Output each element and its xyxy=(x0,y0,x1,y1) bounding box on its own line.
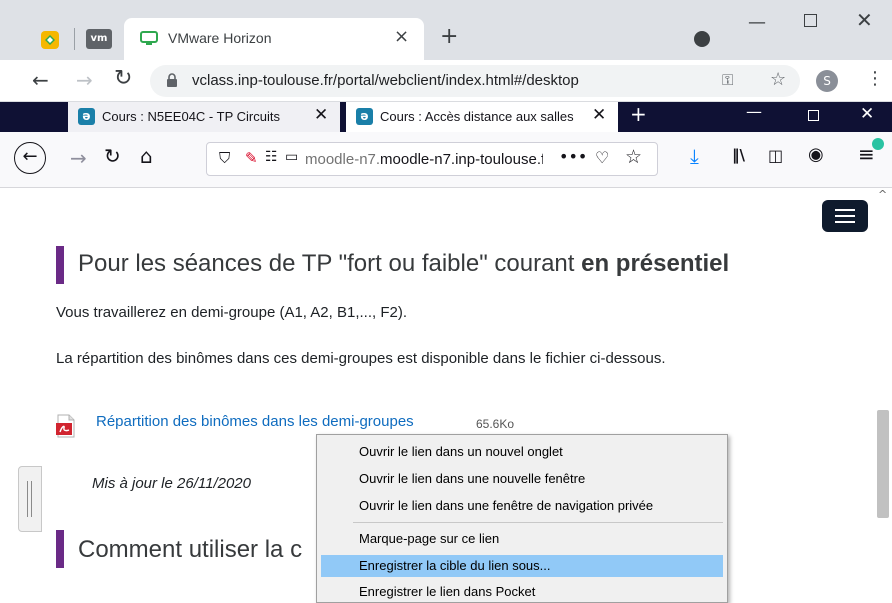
permissions-icon[interactable]: ☷ xyxy=(265,149,278,165)
file-size: 65.6Ko xyxy=(476,417,515,431)
grip-line xyxy=(31,481,32,517)
chrome-toolbar: ← → ↻ vclass.inp-toulouse.fr/portal/webc… xyxy=(0,60,892,102)
page-actions-icon[interactable]: ••• xyxy=(559,147,587,166)
home-icon[interactable]: ⌂ xyxy=(140,144,153,168)
hamburger-line xyxy=(835,209,855,211)
profile-avatar[interactable]: S xyxy=(816,70,838,92)
sidebar-icon[interactable]: ◫ xyxy=(768,146,783,165)
url-domain: moodle-n7.inp-toulouse.fr xyxy=(380,151,543,168)
chrome-address-bar[interactable]: vclass.inp-toulouse.fr/portal/webclient/… xyxy=(150,65,800,97)
ctx-save-link-as[interactable]: Enregistrer la cible du lien sous... xyxy=(321,555,723,577)
paragraph: Vous travaillerez en demi-groupe (A1, A2… xyxy=(56,304,408,321)
ctx-open-new-window[interactable]: Ouvrir le lien dans une nouvelle fenêtre xyxy=(321,468,723,490)
back-arrow-icon[interactable]: ← xyxy=(14,142,46,174)
page-info-icon[interactable]: ▭ xyxy=(285,149,298,165)
scrollbar-thumb[interactable] xyxy=(877,410,889,518)
maximize-icon[interactable] xyxy=(808,110,819,121)
firefox-tab-title: Cours : Accès distance aux salles xyxy=(380,109,574,124)
recording-indicator-icon[interactable] xyxy=(694,31,710,47)
paragraph: La répartition des binômes dans ces demi… xyxy=(56,350,666,367)
section-accent-bar xyxy=(56,246,64,284)
scroll-up-arrow-icon[interactable]: ^ xyxy=(878,188,887,201)
new-tab-icon[interactable]: + xyxy=(630,102,647,126)
moodle-favicon-icon: ə xyxy=(356,108,373,125)
lock-icon[interactable] xyxy=(166,73,178,91)
new-tab-icon[interactable]: + xyxy=(440,24,458,49)
hamburger-line xyxy=(835,215,855,217)
scrollbar[interactable] xyxy=(874,188,892,603)
section-title: Comment utiliser la c xyxy=(78,536,303,563)
file-download-link[interactable]: Répartition des binômes dans les demi-gr… xyxy=(96,413,414,430)
chrome-url-text: vclass.inp-toulouse.fr/portal/webclient/… xyxy=(192,72,579,89)
minimize-icon[interactable]: — xyxy=(748,12,766,33)
firefox-tab-acces-distance[interactable]: ə Cours : Accès distance aux salles ✕ xyxy=(346,102,618,132)
firefox-toolbar: ← → ↻ ⌂ ⛉ ✎ ☷ ▭ moodle-n7.moodle-n7.inp-… xyxy=(0,132,892,188)
firefox-url-text: moodle-n7.moodle-n7.inp-toulouse.fr/c xyxy=(305,151,543,168)
horizon-app-icon[interactable] xyxy=(40,30,60,50)
pdf-file-icon[interactable] xyxy=(56,414,76,438)
chrome-tab-strip: vm VMware Horizon × + — ✕ xyxy=(0,0,892,60)
vmware-horizon-icon xyxy=(140,30,158,46)
key-icon[interactable]: ⚿ xyxy=(722,71,733,89)
maximize-icon[interactable] xyxy=(804,14,817,27)
library-icon[interactable]: ‖\ xyxy=(732,146,745,164)
close-window-icon[interactable]: ✕ xyxy=(856,8,873,32)
moodle-favicon-icon: ə xyxy=(78,108,95,125)
tracking-protection-shield-icon[interactable]: ⛉ xyxy=(219,149,230,167)
chrome-active-tab[interactable]: VMware Horizon × xyxy=(124,18,424,60)
nav-drawer-toggle-button[interactable] xyxy=(822,200,868,232)
chrome-tab-title: VMware Horizon xyxy=(168,30,272,46)
firefox-tab-strip: ə Cours : N5EE04C - TP Circuits ✕ ə Cour… xyxy=(0,102,892,132)
hamburger-line xyxy=(835,221,855,223)
link-context-menu: Ouvrir le lien dans un nouvel onglet Ouv… xyxy=(316,434,728,603)
firefox-tab-tp-circuits[interactable]: ə Cours : N5EE04C - TP Circuits ✕ xyxy=(68,102,340,132)
forward-arrow-icon[interactable]: → xyxy=(70,146,87,170)
updated-note: Mis à jour le 26/11/2020 xyxy=(92,475,251,492)
reload-icon[interactable]: ↻ xyxy=(104,144,121,168)
section-title: Pour les séances de TP "fort ou faible" … xyxy=(78,250,729,278)
section-accent-bar xyxy=(56,530,64,568)
menu-separator xyxy=(353,522,723,523)
ctx-open-private-window[interactable]: Ouvrir le lien dans une fenêtre de navig… xyxy=(321,495,723,517)
pocket-icon[interactable]: ♡ xyxy=(595,148,609,167)
ctx-save-to-pocket[interactable]: Enregistrer le lien dans Pocket xyxy=(321,581,723,603)
kebab-menu-icon[interactable]: ⋮ xyxy=(866,68,884,89)
tab-divider xyxy=(74,28,75,50)
extension-icon[interactable]: ◉ xyxy=(808,144,824,165)
blocked-permission-icon[interactable]: ✎ xyxy=(245,149,258,167)
firefox-tab-title: Cours : N5EE04C - TP Circuits xyxy=(102,109,280,124)
ctx-bookmark-link[interactable]: Marque-page sur ce lien xyxy=(321,528,723,550)
vm-pinned-tab[interactable]: vm xyxy=(86,29,112,49)
url-prefix: moodle-n7. xyxy=(305,151,381,168)
close-window-icon[interactable]: ✕ xyxy=(860,104,874,124)
grip-line xyxy=(27,481,28,517)
close-tab-icon[interactable]: ✕ xyxy=(314,105,328,125)
firefox-address-bar[interactable]: ⛉ ✎ ☷ ▭ moodle-n7.moodle-n7.inp-toulouse… xyxy=(206,142,658,176)
section-title-text: Pour les séances de TP "fort ou faible" … xyxy=(78,250,582,277)
forward-arrow-icon[interactable]: → xyxy=(76,68,93,92)
download-icon[interactable]: ⤓ xyxy=(690,144,699,168)
block-drawer-handle[interactable] xyxy=(18,466,42,532)
minimize-icon[interactable]: — xyxy=(746,102,762,121)
back-arrow-icon[interactable]: ← xyxy=(32,68,49,92)
reload-icon[interactable]: ↻ xyxy=(114,66,132,91)
update-badge-icon xyxy=(872,138,884,150)
ctx-open-new-tab[interactable]: Ouvrir le lien dans un nouvel onglet xyxy=(321,441,723,463)
section-title-bold: en présentiel xyxy=(581,250,730,277)
close-tab-icon[interactable]: ✕ xyxy=(592,105,606,125)
bookmark-star-icon[interactable]: ☆ xyxy=(770,69,786,90)
close-tab-icon[interactable]: × xyxy=(394,26,409,47)
bookmark-star-icon[interactable]: ☆ xyxy=(625,146,642,168)
